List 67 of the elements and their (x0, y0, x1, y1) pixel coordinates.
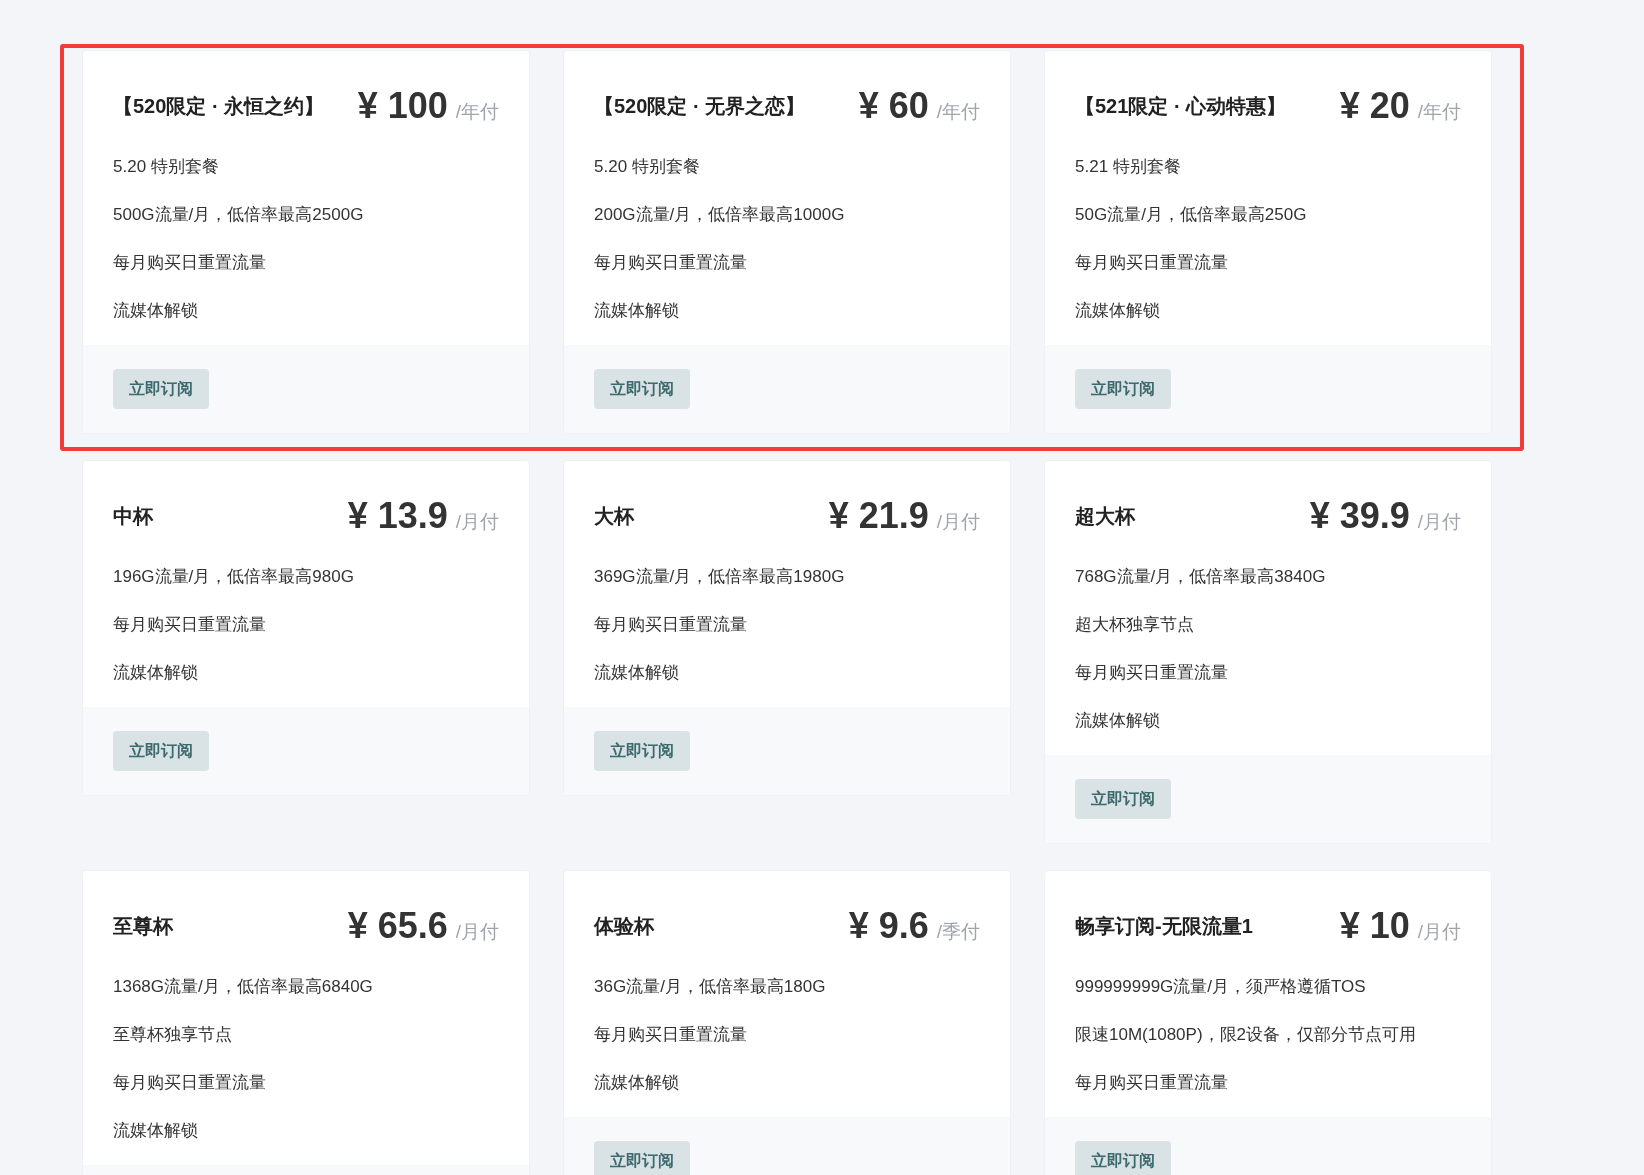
plan-title: 中杯 (113, 504, 153, 529)
billing-period: /月付 (455, 920, 499, 944)
plan-feature: 每月购买日重置流量 (1075, 252, 1229, 274)
plan-feature: 超大杯独享节点 (1075, 614, 1195, 636)
plan-feature: 每月购买日重置流量 (113, 614, 267, 636)
plan-price: ¥ 60 (858, 84, 929, 128)
plan-price: ¥ 13.9 (347, 494, 448, 538)
plan-feature: 流媒体解锁 (113, 662, 199, 684)
plan-price: ¥ 9.6 (848, 904, 929, 948)
plan-title: 畅享订阅-无限流量1 (1075, 914, 1253, 939)
subscribe-button[interactable]: 立即订阅 (113, 369, 209, 409)
billing-period: /月付 (936, 510, 980, 534)
plan-feature: 5.20 特别套餐 (113, 156, 220, 178)
plan-title: 大杯 (594, 504, 634, 529)
plan-price: ¥ 20 (1339, 84, 1410, 128)
plan-feature: 每月购买日重置流量 (594, 252, 748, 274)
billing-period: /月付 (1417, 920, 1461, 944)
subscribe-button[interactable]: 立即订阅 (594, 1141, 690, 1175)
plan-feature: 36G流量/月，低倍率最高180G (594, 976, 827, 998)
plan-feature: 流媒体解锁 (594, 1072, 680, 1094)
plan-feature: 流媒体解锁 (113, 300, 199, 322)
plan-feature: 5.21 特别套餐 (1075, 156, 1182, 178)
plan-feature: 196G流量/月，低倍率最高980G (113, 566, 355, 588)
plan-feature: 50G流量/月，低倍率最高250G (1075, 204, 1308, 226)
plan-feature: 每月购买日重置流量 (594, 1024, 748, 1046)
subscribe-button[interactable]: 立即订阅 (1075, 779, 1171, 819)
plan-title: 至尊杯 (113, 914, 173, 939)
billing-period: /季付 (936, 920, 980, 944)
plan-feature: 每月购买日重置流量 (113, 1072, 267, 1094)
plan-feature: 流媒体解锁 (1075, 300, 1161, 322)
subscribe-button[interactable]: 立即订阅 (1075, 369, 1171, 409)
billing-period: /月付 (1417, 510, 1461, 534)
subscribe-button[interactable]: 立即订阅 (594, 731, 690, 771)
plan-feature: 至尊杯独享节点 (113, 1024, 233, 1046)
plan-feature: 流媒体解锁 (594, 300, 680, 322)
plan-feature: 5.20 特别套餐 (594, 156, 701, 178)
plan-price: ¥ 21.9 (828, 494, 929, 538)
plan-price: ¥ 10 (1339, 904, 1410, 948)
billing-period: /年付 (936, 100, 980, 124)
billing-period: /月付 (455, 510, 499, 534)
plan-feature: 每月购买日重置流量 (594, 614, 748, 636)
plan-feature: 流媒体解锁 (113, 1120, 199, 1142)
plan-feature: 每月购买日重置流量 (113, 252, 267, 274)
plan-price: ¥ 39.9 (1309, 494, 1410, 538)
plan-feature: 流媒体解锁 (1075, 710, 1161, 732)
plan-title: 【520限定 · 永恒之约】 (113, 94, 325, 119)
plan-feature: 每月购买日重置流量 (1075, 1072, 1229, 1094)
plan-title: 超大杯 (1075, 504, 1135, 529)
subscribe-button[interactable]: 立即订阅 (113, 731, 209, 771)
plan-title: 体验杯 (594, 914, 654, 939)
billing-period: /年付 (455, 100, 499, 124)
plan-feature: 限速10M(1080P)，限2设备，仅部分节点可用 (1075, 1024, 1417, 1046)
plan-feature: 768G流量/月，低倍率最高3840G (1075, 566, 1327, 588)
plan-feature: 369G流量/月，低倍率最高1980G (594, 566, 846, 588)
plan-price: ¥ 65.6 (347, 904, 448, 948)
subscribe-button[interactable]: 立即订阅 (594, 369, 690, 409)
plan-title: 【520限定 · 无界之恋】 (594, 94, 806, 119)
plan-feature: 1368G流量/月，低倍率最高6840G (113, 976, 374, 998)
plan-feature: 999999999G流量/月，须严格遵循TOS (1075, 976, 1367, 998)
plan-price: ¥ 100 (357, 84, 448, 128)
plan-title: 【521限定 · 心动特惠】 (1075, 94, 1287, 119)
plan-feature: 流媒体解锁 (594, 662, 680, 684)
plan-feature: 每月购买日重置流量 (1075, 662, 1229, 684)
subscribe-button[interactable]: 立即订阅 (1075, 1141, 1171, 1175)
plan-feature: 500G流量/月，低倍率最高2500G (113, 204, 365, 226)
plan-feature: 200G流量/月，低倍率最高1000G (594, 204, 846, 226)
billing-period: /年付 (1417, 100, 1461, 124)
